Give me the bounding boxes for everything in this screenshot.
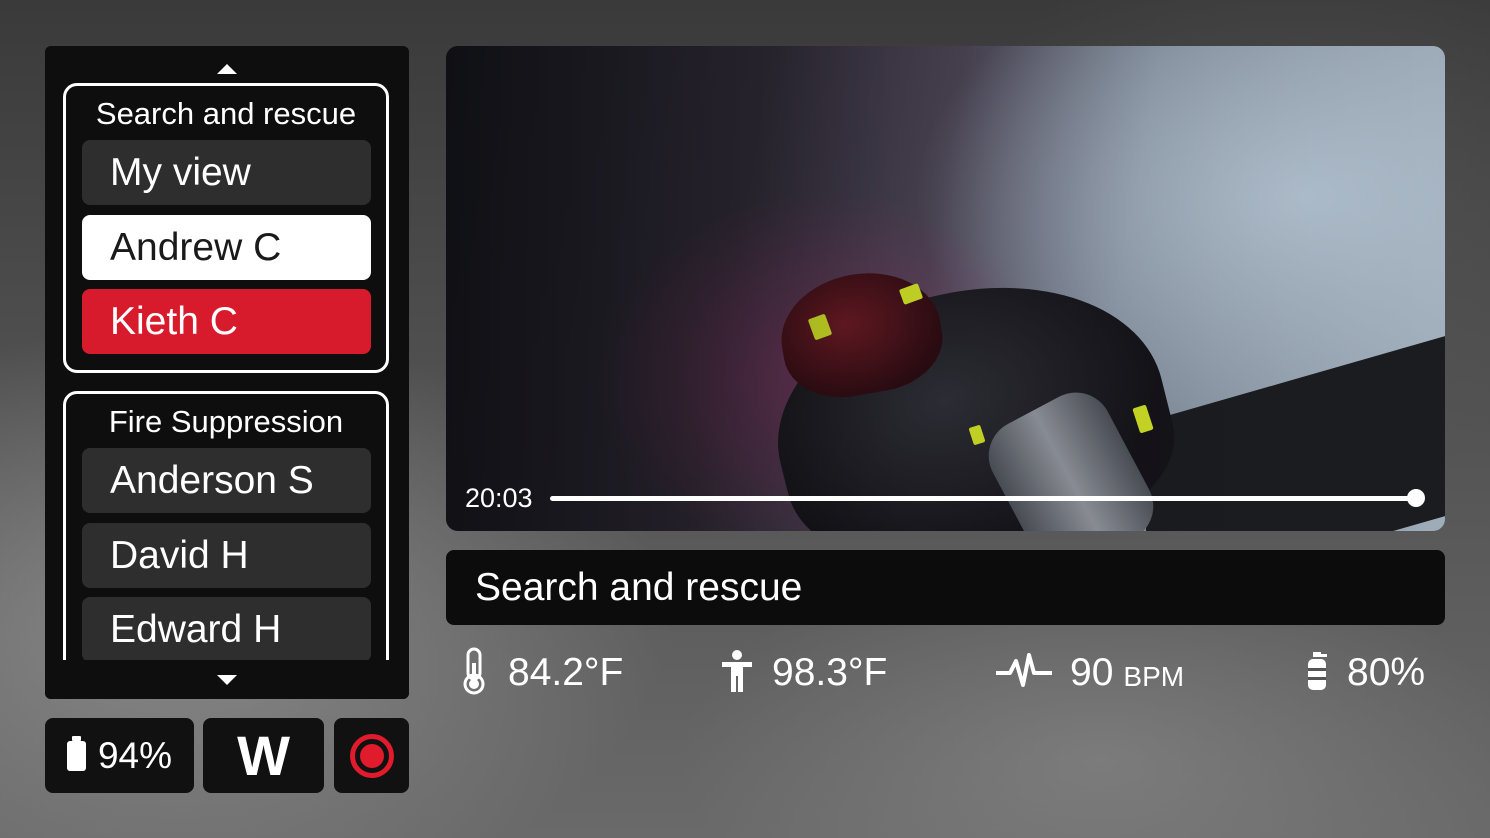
record-button[interactable] [334,718,409,793]
member-kieth-c[interactable]: Kieth C [82,289,371,354]
group-title: Fire Suppression [108,404,344,439]
member-my-view[interactable]: My view [82,140,371,205]
battery-level: 94% [97,734,173,776]
record-icon [349,733,394,778]
triangle-down-icon [217,674,237,685]
metric-heart-rate: 90 BPM [994,640,1185,706]
thermometer-icon [458,646,490,701]
metric-body-temperature: 98.3°F [720,640,887,706]
scroll-up-button[interactable] [45,54,409,84]
heart-rate-unit: BPM [1123,661,1185,692]
group-title: Search and rescue [95,96,357,131]
battery-icon [66,735,86,771]
battery-status: 94% [45,718,194,793]
air-tank-icon [1305,651,1329,695]
team-panel: Search and rescue My view Andrew C Kieth… [45,46,409,699]
member-edward-h[interactable]: Edward H [82,597,371,662]
scroll-down-button[interactable] [45,660,409,699]
group-fire-suppression: Fire Suppression Anderson S David H Edwa… [63,391,389,699]
heading-label: W [237,724,290,787]
video-scrubber-handle[interactable] [1407,489,1425,507]
heartbeat-icon [994,651,1054,696]
video-elapsed-time: 20:03 [465,483,533,513]
ambient-temp-value: 84.2°F [508,651,624,694]
group-search-and-rescue: Search and rescue My view Andrew C Kieth… [63,83,389,373]
member-andrew-c[interactable]: Andrew C [82,215,371,280]
heart-rate-value: 90 [1070,651,1114,694]
body-temp-value: 98.3°F [772,651,888,694]
view-title: Search and rescue [446,550,1445,625]
video-vignette [446,46,1445,531]
air-supply-value: 80% [1347,651,1426,694]
member-david-h[interactable]: David H [82,523,371,588]
compass-heading: W [203,718,324,793]
video-feed[interactable]: 20:03 [446,46,1445,531]
metric-ambient-temperature: 84.2°F [458,640,623,706]
triangle-up-icon [217,64,237,74]
video-progress-bar[interactable] [550,496,1416,501]
record-dot [359,743,384,768]
member-anderson-s[interactable]: Anderson S [82,448,371,513]
person-icon [720,649,754,697]
metric-air-supply: 80% [1305,640,1425,706]
